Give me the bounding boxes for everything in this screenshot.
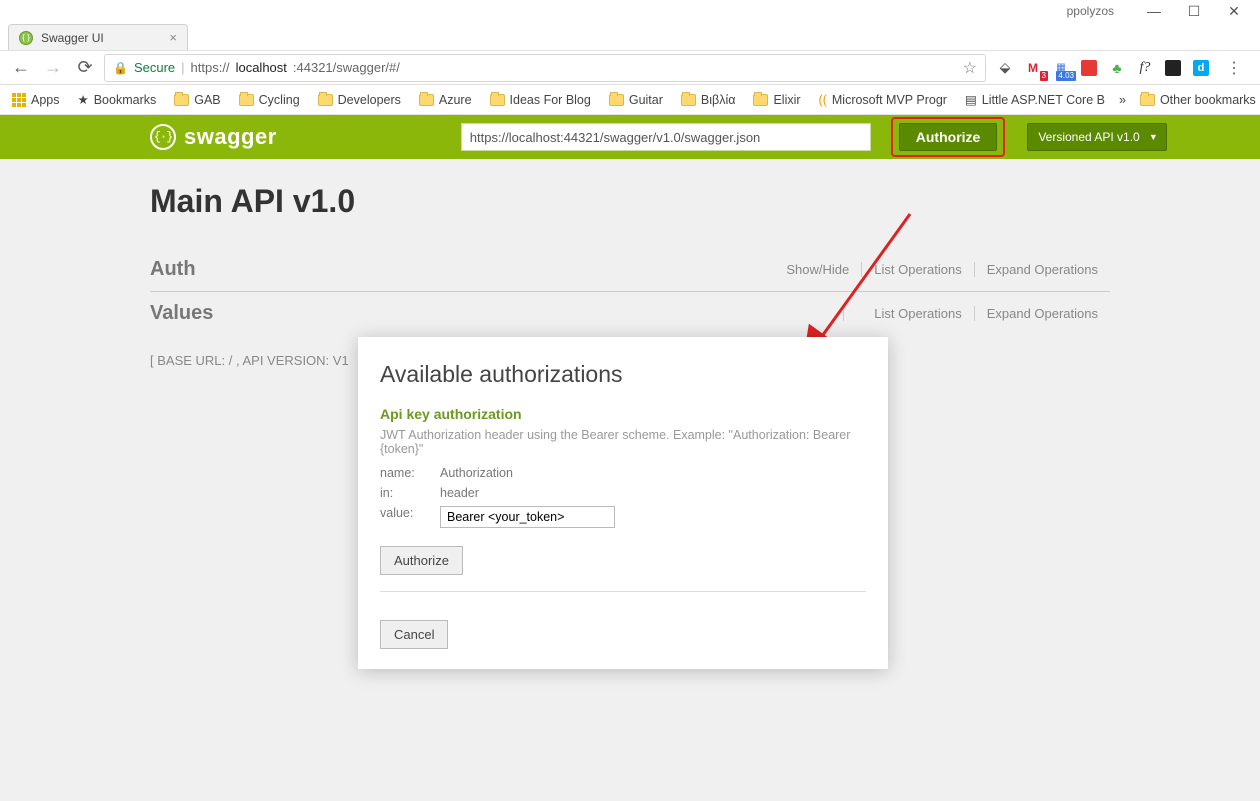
tab-title: Swagger UI <box>41 31 104 45</box>
page-title: Main API v1.0 <box>150 183 1110 220</box>
section-name: Values <box>150 302 213 325</box>
folder-icon <box>490 94 505 106</box>
section-auth[interactable]: Auth Show/Hide List Operations Expand Op… <box>150 248 1110 292</box>
bookmark-star-icon[interactable]: ☆ <box>963 58 977 78</box>
secure-label: Secure <box>134 60 175 75</box>
window-minimize-button[interactable]: — <box>1134 3 1174 19</box>
folder-icon <box>239 94 254 106</box>
bookmark-cycling[interactable]: Cycling <box>235 90 304 110</box>
window-titlebar: ppolyzos — ☐ ✕ <box>0 0 1260 22</box>
ext-blue-d-icon[interactable]: d <box>1192 59 1210 77</box>
bookmark-ideas[interactable]: Ideas For Blog <box>486 90 595 110</box>
name-label: name: <box>380 466 440 480</box>
expand-operations-link[interactable]: Expand Operations <box>974 262 1110 277</box>
apps-button[interactable]: Apps <box>8 90 64 110</box>
url-path: :44321/swagger/#/ <box>293 60 400 75</box>
authorize-button[interactable]: Authorize <box>899 123 998 151</box>
location-icon[interactable]: ⬙ <box>996 59 1014 77</box>
swagger-header: {·} swagger Authorize Versioned API v1.0 <box>0 115 1260 159</box>
list-operations-link[interactable]: List Operations <box>861 262 973 277</box>
bookmark-bookmarks[interactable]: ★Bookmarks <box>74 89 161 110</box>
window-maximize-button[interactable]: ☐ <box>1174 3 1214 20</box>
apps-grid-icon <box>12 93 26 107</box>
list-operations-link[interactable]: List Operations <box>843 306 973 321</box>
mvp-icon: (( <box>819 93 827 107</box>
bookmark-gab[interactable]: GAB <box>170 90 224 110</box>
api-version-selector[interactable]: Versioned API v1.0 <box>1027 123 1166 151</box>
modal-subtitle: Api key authorization <box>380 406 866 422</box>
in-value: header <box>440 486 479 500</box>
folder-icon <box>681 94 696 106</box>
chrome-menu-icon[interactable]: ⋮ <box>1220 58 1248 78</box>
token-value-input[interactable] <box>440 506 615 528</box>
tab-close-icon[interactable]: × <box>169 30 177 45</box>
gmail-icon[interactable]: M3 <box>1024 59 1042 77</box>
ext-leaf-icon[interactable]: ♣ <box>1108 59 1126 77</box>
other-bookmarks-button[interactable]: Other bookmarks <box>1136 90 1260 110</box>
calendar-icon[interactable]: ▦4.03 <box>1052 59 1070 77</box>
swagger-favicon-icon: { } <box>19 31 33 45</box>
extension-icons: ⬙ M3 ▦4.03 ♣ f? d ⋮ <box>992 58 1252 78</box>
lock-icon: 🔒 <box>113 61 128 75</box>
folder-icon <box>174 94 189 106</box>
folder-icon <box>318 94 333 106</box>
folder-icon <box>753 94 768 106</box>
window-close-button[interactable]: ✕ <box>1214 3 1254 20</box>
folder-icon <box>419 94 434 106</box>
bookmark-azure[interactable]: Azure <box>415 90 476 110</box>
folder-icon <box>1140 94 1155 106</box>
modal-cancel-button[interactable]: Cancel <box>380 620 448 649</box>
bookmarks-bar: Apps ★Bookmarks GAB Cycling Developers A… <box>0 85 1260 115</box>
name-value: Authorization <box>440 466 513 480</box>
value-label: value: <box>380 506 440 528</box>
authorize-highlight-box: Authorize <box>891 117 1006 157</box>
bookmark-guitar[interactable]: Guitar <box>605 90 667 110</box>
bookmark-biblia[interactable]: Βιβλία <box>677 90 740 110</box>
browser-tab[interactable]: { } Swagger UI × <box>8 24 188 50</box>
modal-authorize-button[interactable]: Authorize <box>380 546 463 575</box>
ext-font-icon[interactable]: f? <box>1136 59 1154 77</box>
url-scheme: https:// <box>191 60 230 75</box>
forward-button[interactable]: → <box>40 55 66 81</box>
expand-operations-link[interactable]: Expand Operations <box>974 306 1110 321</box>
ext-dark-tile-icon[interactable] <box>1164 59 1182 77</box>
url-host: localhost <box>236 60 287 75</box>
star-icon: ★ <box>78 92 89 107</box>
authorization-modal: Available authorizations Api key authori… <box>358 337 888 669</box>
swagger-logo: {·} swagger <box>150 124 277 150</box>
bookmark-aspnet[interactable]: ▤Little ASP.NET Core B <box>961 89 1109 110</box>
bookmark-elixir[interactable]: Elixir <box>749 90 804 110</box>
swagger-page: Main API v1.0 Auth Show/Hide List Operat… <box>0 159 1260 801</box>
back-button[interactable]: ← <box>8 55 34 81</box>
folder-icon <box>609 94 624 106</box>
spec-url-input[interactable] <box>461 123 871 151</box>
modal-description: JWT Authorization header using the Beare… <box>380 428 866 456</box>
browser-tabstrip: { } Swagger UI × <box>0 22 1260 50</box>
window-user: ppolyzos <box>1067 4 1114 18</box>
ext-red-square-icon[interactable] <box>1080 59 1098 77</box>
reload-button[interactable]: ⟳ <box>72 55 98 81</box>
bookmarks-overflow-button[interactable]: » <box>1119 93 1126 107</box>
browser-toolbar: ← → ⟳ 🔒 Secure | https://localhost:44321… <box>0 50 1260 85</box>
modal-divider <box>380 591 866 592</box>
swagger-logo-icon: {·} <box>150 124 176 150</box>
modal-title: Available authorizations <box>380 361 866 388</box>
in-label: in: <box>380 486 440 500</box>
bookmark-mvp[interactable]: ((Microsoft MVP Progr <box>815 90 951 110</box>
address-bar[interactable]: 🔒 Secure | https://localhost:44321/swagg… <box>104 54 986 82</box>
swagger-brand-text: swagger <box>184 124 277 150</box>
bookmark-developers[interactable]: Developers <box>314 90 405 110</box>
showhide-link[interactable]: Show/Hide <box>774 262 861 277</box>
book-icon: ▤ <box>965 92 977 107</box>
section-values[interactable]: Values Show/Hide List Operations Expand … <box>150 292 1110 335</box>
section-name: Auth <box>150 258 196 281</box>
